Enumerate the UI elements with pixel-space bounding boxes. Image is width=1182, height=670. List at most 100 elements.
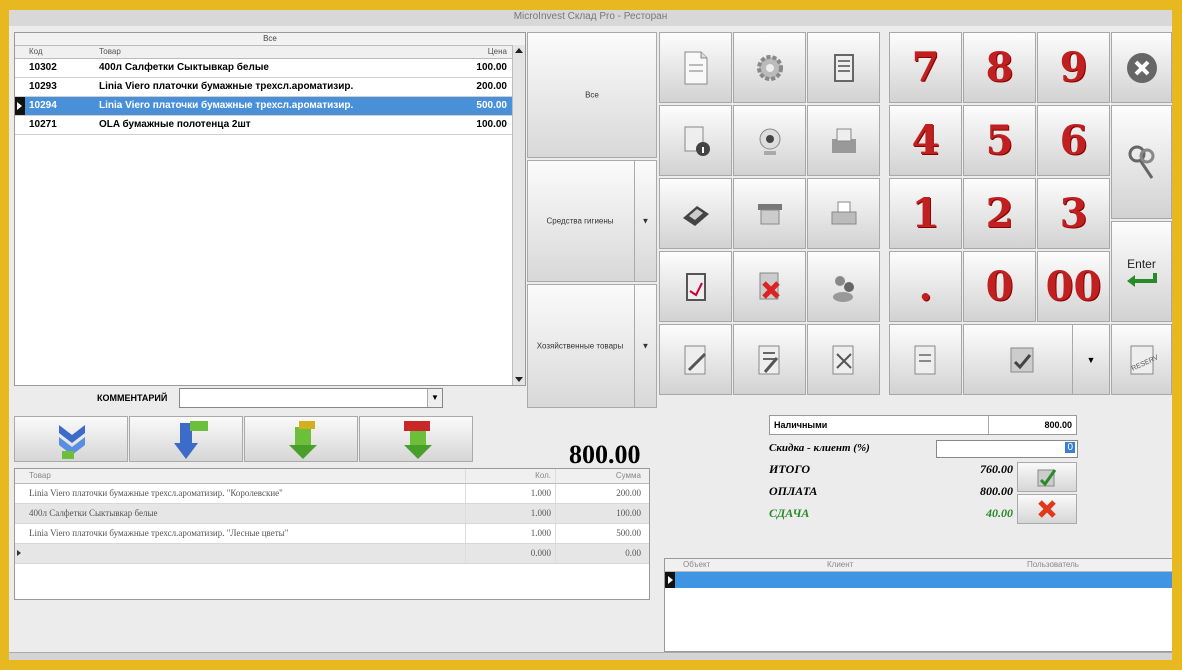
category-label: Хозяйственные товары <box>536 341 624 351</box>
digit-label: 1 <box>911 190 940 237</box>
order-row[interactable]: 400л Салфетки Сыктывкар белые 1.000 100.… <box>15 504 649 524</box>
enter-button[interactable]: Enter <box>1111 221 1172 322</box>
notes-button[interactable] <box>807 32 880 103</box>
window-title: MicroInvest Склад Pro - Ресторан <box>9 10 1172 26</box>
discount-input[interactable]: 0 <box>936 440 1078 458</box>
sort-name-button[interactable] <box>244 416 358 462</box>
column-qty[interactable]: Кол. <box>465 469 555 483</box>
printer-icon <box>831 201 856 224</box>
payment-method-row[interactable]: Наличными 800.00 <box>769 415 1077 435</box>
keys-icon <box>1128 145 1154 179</box>
scale-button[interactable] <box>733 178 806 249</box>
keys-button[interactable] <box>1111 105 1172 219</box>
fax-button[interactable] <box>807 105 880 176</box>
key-1[interactable]: 1 <box>889 178 962 249</box>
collapse-button[interactable] <box>14 416 128 462</box>
product-grid[interactable]: Все Код Товар Цена 10302 400л Салфетки С… <box>14 32 526 386</box>
close-button[interactable] <box>1111 32 1172 103</box>
info-document-icon <box>684 126 710 156</box>
card-reader-icon <box>682 205 709 226</box>
clients-grid[interactable]: Объект Клиент Пользователь <box>664 558 1172 652</box>
key-3[interactable]: 3 <box>1037 178 1110 249</box>
column-price[interactable]: Цена <box>425 46 511 58</box>
comment-input[interactable]: ▼ <box>179 388 443 408</box>
users-button[interactable] <box>807 251 880 322</box>
key-dot[interactable]: . <box>889 251 962 322</box>
report-cancel-button[interactable] <box>807 324 880 395</box>
product-name: Linia Viero платочки бумажные трехсл.аро… <box>99 100 354 111</box>
product-name: 400л Салфетки Сыктывкар белые <box>99 62 269 73</box>
order-item-sum: 500.00 <box>555 524 645 543</box>
order-grid[interactable]: Товар Кол. Сумма Linia Viero платочки бу… <box>14 468 650 600</box>
delete-document-button[interactable] <box>733 251 806 322</box>
product-row[interactable]: 10271 OLA бумажные полотенца 2шт 100.00 <box>15 116 525 135</box>
pos-window: MicroInvest Склад Pro - Ресторан Все Код… <box>9 10 1172 660</box>
key-0[interactable]: 0 <box>963 251 1036 322</box>
enter-label: Enter <box>1127 256 1156 271</box>
column-item[interactable]: Товар <box>25 469 465 483</box>
group-header: Все <box>15 33 525 46</box>
key-4[interactable]: 4 <box>889 105 962 176</box>
clients-row-selected[interactable] <box>665 572 1172 588</box>
row-pointer-icon <box>15 97 25 115</box>
product-row-selected[interactable]: 10294 Linia Viero платочки бумажные трех… <box>15 97 525 116</box>
more-options-button[interactable]: ▼ <box>1072 324 1110 395</box>
order-row[interactable]: Linia Viero платочки бумажные трехсл.аро… <box>15 484 649 504</box>
order-row[interactable]: Linia Viero платочки бумажные трехсл.аро… <box>15 524 649 544</box>
chevron-down-icon[interactable]: ▼ <box>634 161 656 281</box>
category-all-button[interactable]: Все <box>527 32 657 158</box>
notepad-icon <box>833 53 854 82</box>
key-5[interactable]: 5 <box>963 105 1036 176</box>
card-button[interactable] <box>659 178 732 249</box>
product-row[interactable]: 10302 400л Салфетки Сыктывкар белые 100.… <box>15 59 525 78</box>
scroll-up-icon[interactable] <box>515 48 523 53</box>
chevron-down-icon[interactable]: ▼ <box>634 285 656 407</box>
comment-dropdown-icon[interactable]: ▼ <box>427 389 442 407</box>
reserved-button[interactable]: RESERVED <box>1111 324 1172 395</box>
column-code[interactable]: Код <box>25 46 95 58</box>
confirm-document-button[interactable] <box>963 324 1081 395</box>
digit-label: 3 <box>1059 190 1088 237</box>
category-hygiene-button[interactable]: Средства гигиены ▼ <box>527 160 657 282</box>
gear-icon <box>756 54 783 81</box>
sort-code-button[interactable] <box>129 416 243 462</box>
pay-confirm-button[interactable] <box>1017 462 1077 492</box>
fax-icon <box>831 128 856 153</box>
column-user[interactable]: Пользователь <box>1023 559 1157 571</box>
edit-document-button[interactable] <box>659 251 732 322</box>
key-9[interactable]: 9 <box>1037 32 1110 103</box>
sort-price-button[interactable] <box>359 416 473 462</box>
key-00[interactable]: 00 <box>1037 251 1110 322</box>
product-price: 200.00 <box>476 81 507 92</box>
report-button[interactable] <box>659 324 732 395</box>
product-row[interactable]: 10293 Linia Viero платочки бумажные трех… <box>15 78 525 97</box>
column-client[interactable]: Клиент <box>823 559 1023 571</box>
status-bar <box>9 652 1172 660</box>
scroll-down-icon[interactable] <box>515 377 523 382</box>
category-household-button[interactable]: Хозяйственные товары ▼ <box>527 284 657 408</box>
print-button[interactable] <box>807 178 880 249</box>
order-row-new[interactable]: 0.000 0.00 <box>15 544 649 564</box>
key-7[interactable]: 7 <box>889 32 962 103</box>
category-label: Средства гигиены <box>546 216 614 226</box>
column-name[interactable]: Товар <box>95 46 425 58</box>
order-item-sum: 100.00 <box>555 504 645 523</box>
order-item-qty: 1.000 <box>465 484 555 503</box>
receipt-button[interactable] <box>889 324 962 395</box>
product-scrollbar[interactable] <box>512 45 525 385</box>
info-button[interactable] <box>659 105 732 176</box>
check-icon <box>1037 469 1057 487</box>
pay-cancel-button[interactable] <box>1017 494 1077 524</box>
chevron-down-icon: ▼ <box>1086 354 1096 365</box>
row-pointer-icon <box>15 544 25 563</box>
settings-button[interactable] <box>733 32 806 103</box>
camera-button[interactable] <box>733 105 806 176</box>
key-2[interactable]: 2 <box>963 178 1036 249</box>
report-list-icon <box>758 345 779 374</box>
key-8[interactable]: 8 <box>963 32 1036 103</box>
column-object[interactable]: Объект <box>679 559 823 571</box>
new-document-button[interactable] <box>659 32 732 103</box>
key-6[interactable]: 6 <box>1037 105 1110 176</box>
column-sum[interactable]: Сумма <box>555 469 645 483</box>
report-list-button[interactable] <box>733 324 806 395</box>
